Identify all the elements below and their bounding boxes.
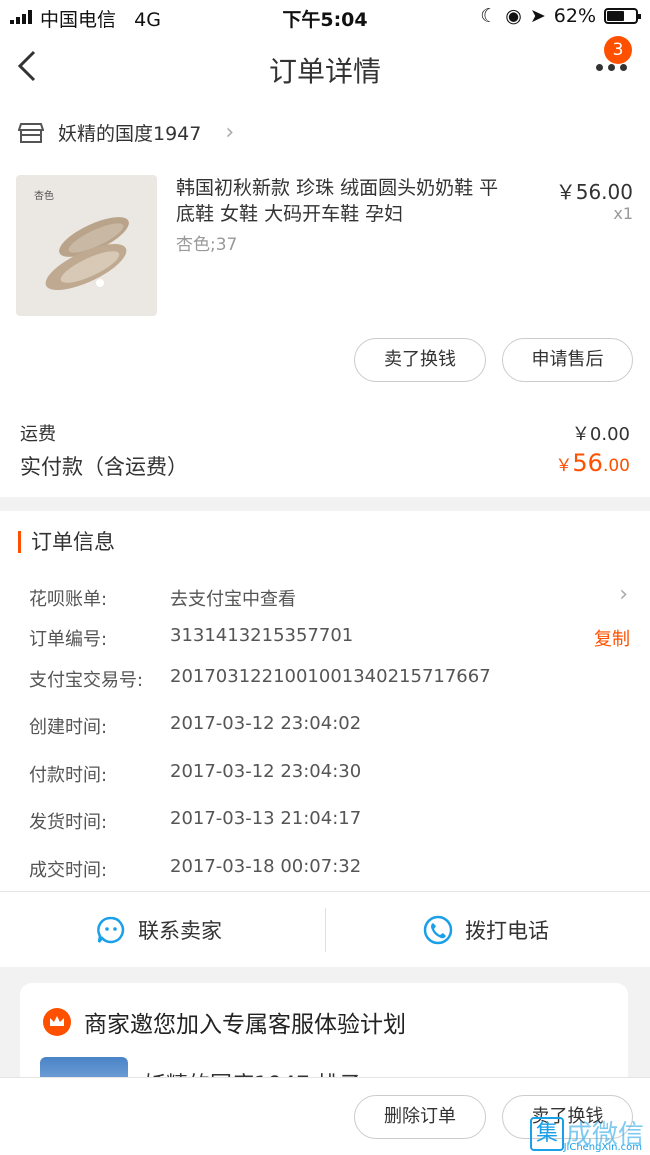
more-button[interactable]: 3: [594, 36, 634, 88]
divider: [325, 908, 326, 952]
watermark: 集 成微信 JiChengXin.com: [529, 1114, 644, 1153]
watermark-logo: 集: [529, 1117, 564, 1151]
product-quantity: x1: [613, 204, 633, 223]
paid-time-value: 2017-03-12 23:04:30: [170, 761, 362, 782]
more-icon: [596, 64, 627, 71]
location-icon: ➤: [529, 5, 546, 27]
battery-icon: [604, 8, 641, 24]
store-icon: [18, 122, 44, 143]
paid-currency: ￥: [555, 456, 573, 476]
order-info-title: 订单信息: [18, 531, 115, 553]
notification-badge: 3: [604, 36, 632, 64]
shipping-label: 运费: [20, 424, 56, 445]
created-value: 2017-03-12 23:04:02: [170, 713, 362, 734]
store-link[interactable]: 妖精的国度1947 ›: [18, 119, 234, 146]
promo-head: 商家邀您加入专属客服体验计划: [42, 1005, 406, 1039]
rotation-lock-icon: ◉: [505, 5, 522, 27]
alipay-no-value: 2017031221001001340215717667: [170, 666, 491, 687]
shipped-label: 发货时间:: [29, 812, 108, 833]
chevron-right-icon: ›: [225, 120, 235, 145]
page-title: 订单详情: [268, 55, 381, 88]
huabei-value[interactable]: 去支付宝中查看: [170, 585, 296, 611]
battery-level: [607, 11, 625, 21]
after-sale-button[interactable]: 申请售后: [502, 338, 633, 382]
done-label: 成交时间:: [29, 860, 108, 881]
call-phone-button[interactable]: 拨打电话: [423, 892, 549, 968]
status-bar: 中国电信 4G 下午5:04 ☾ ◉ ➤ 62%: [0, 0, 650, 34]
paid-decimal: .00: [602, 456, 630, 476]
chat-icon: [97, 916, 125, 944]
chevron-right-icon[interactable]: ›: [619, 582, 628, 607]
contact-seller-label: 联系卖家: [138, 919, 222, 943]
product-image[interactable]: 杏色: [16, 175, 157, 316]
shipping-value: ￥0.00: [571, 424, 630, 445]
watermark-url: JiChengXin.com: [563, 1142, 642, 1153]
paid-amount: ￥56.00: [555, 449, 630, 477]
contact-seller-button[interactable]: 联系卖家: [96, 892, 222, 968]
product-price: ￥56.00: [555, 180, 633, 204]
order-no-label: 订单编号:: [29, 629, 108, 650]
done-value: 2017-03-18 00:07:32: [170, 856, 362, 877]
order-no-value: 3131413215357701: [170, 625, 354, 646]
call-phone-label: 拨打电话: [465, 919, 549, 943]
huabei-label: 花呗账单:: [29, 589, 108, 610]
product-title[interactable]: 韩国初秋新款 珍珠 绒面圆头奶奶鞋 平底鞋 女鞋 大码开车鞋 孕妇: [176, 175, 516, 227]
copy-button[interactable]: 复制: [594, 625, 630, 651]
shipped-value: 2017-03-13 21:04:17: [170, 808, 362, 829]
promo-title: 商家邀您加入专属客服体验计划: [84, 1012, 406, 1038]
status-right: ☾ ◉ ➤ 62%: [480, 5, 641, 27]
store-name: 妖精的国度1947: [58, 123, 202, 145]
phone-icon: [423, 915, 453, 945]
created-label: 创建时间:: [29, 717, 108, 738]
battery-percent: 62%: [553, 5, 596, 27]
order-info-card: 订单信息 花呗账单: 去支付宝中查看 › 订单编号: 3131413215357…: [0, 511, 650, 891]
contact-bar: 联系卖家 拨打电话: [0, 891, 650, 967]
product-sku: 杏色;37: [176, 235, 238, 255]
sell-button[interactable]: 卖了换钱: [354, 338, 486, 382]
delete-order-button[interactable]: 删除订单: [354, 1095, 486, 1139]
product-image-tag: 杏色: [34, 191, 54, 202]
nav-bar: 订单详情 3: [0, 34, 650, 102]
bottom-action-bar: 删除订单 卖了换钱 集 成微信 JiChengXin.com: [0, 1077, 650, 1155]
moon-icon: ☾: [480, 5, 498, 27]
order-item-card: 妖精的国度1947 › 杏色 韩国初秋新款 珍珠 绒面圆头奶奶鞋 平底鞋 女鞋 …: [0, 102, 650, 497]
alipay-no-label: 支付宝交易号:: [29, 670, 144, 691]
paid-time-label: 付款时间:: [29, 765, 108, 786]
crown-icon: [43, 1008, 71, 1036]
paid-label: 实付款（含运费）: [20, 455, 188, 479]
paid-integer: 56: [572, 449, 603, 477]
